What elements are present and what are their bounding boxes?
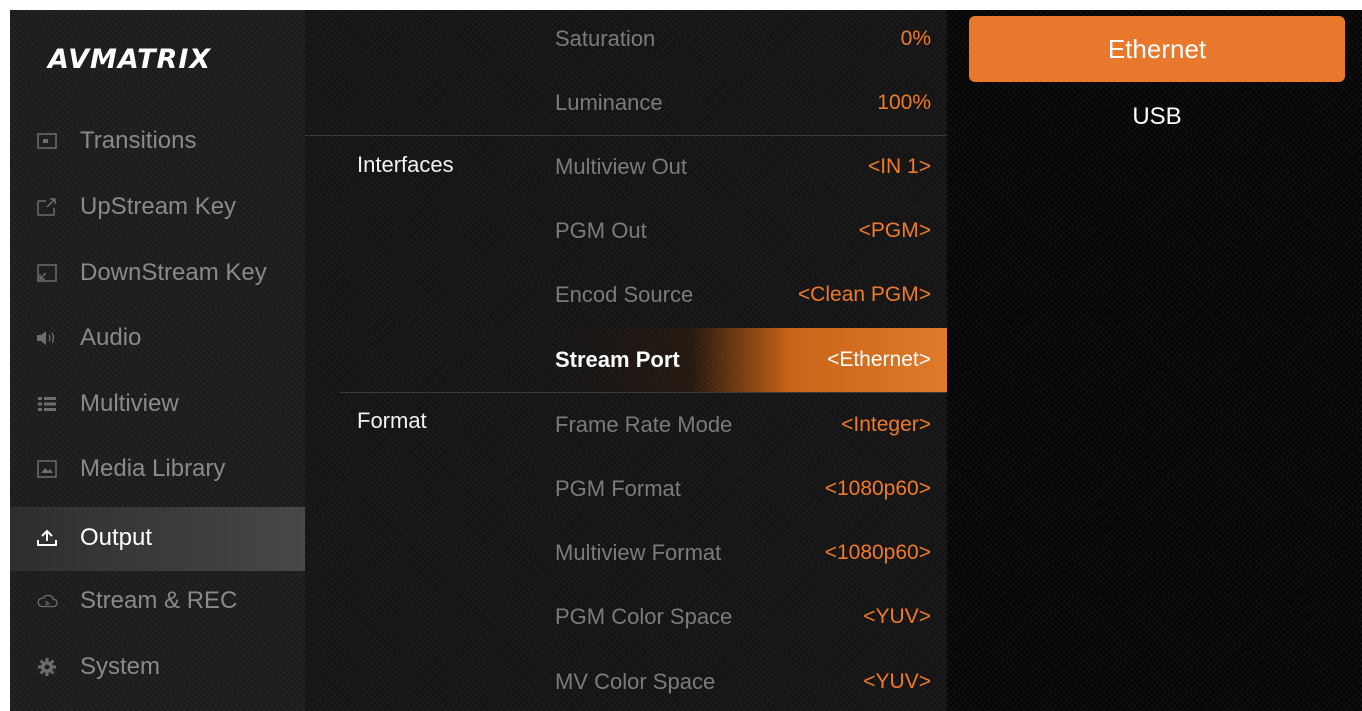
sidebar-item-label: DownStream Key [80,259,267,286]
sidebar-item-label: UpStream Key [80,193,237,220]
upstream-key-icon [36,198,58,216]
setting-row-saturation[interactable]: Saturation 0% [555,10,947,71]
gear-icon [36,658,58,676]
sidebar-item-label: System [80,653,161,680]
setting-value: <IN 1> [867,155,931,178]
sidebar-item-media-library[interactable]: Media Library [10,438,305,500]
setting-value: <YUV> [863,670,931,693]
media-library-icon [36,460,58,478]
output-icon [36,529,58,547]
setting-row-stream-port[interactable]: Stream Port <Ethernet> [555,328,947,392]
setting-value: 100% [877,91,931,114]
sidebar-item-multiview[interactable]: Multiview [10,373,305,435]
screen: AVMATRIX Transitions UpStream Key DownSt… [10,10,1362,711]
sidebar-item-stream-rec[interactable]: Stream & REC [10,570,305,632]
section-label-format: Format [357,408,427,433]
setting-value: <Clean PGM> [797,283,931,306]
setting-value: <Ethernet> [827,348,931,371]
sidebar-item-label: Transitions [80,127,197,154]
sidebar-item-output[interactable]: Output [10,507,305,569]
multiview-icon [36,395,58,413]
sidebar-item-upstream-key[interactable]: UpStream Key [10,176,305,238]
sidebar-item-label: Multiview [80,390,179,417]
setting-label: Saturation [555,26,656,51]
option-usb[interactable]: USB [969,84,1345,150]
sidebar-item-system[interactable]: System [10,636,305,698]
setting-label: PGM Out [555,218,647,243]
setting-label: Multiview Out [555,154,688,179]
sidebar-item-label: Output [80,524,153,551]
sidebar-item-label: Audio [80,324,142,351]
setting-label: PGM Format [555,476,681,501]
setting-row-mv-color-space[interactable]: MV Color Space <YUV> [555,650,947,711]
setting-value: <PGM> [858,219,931,242]
setting-row-luminance[interactable]: Luminance 100% [555,71,947,135]
audio-icon [36,329,58,347]
setting-label: Encod Source [555,282,694,307]
sidebar-item-transitions[interactable]: Transitions [10,110,305,172]
sidebar-item-audio[interactable]: Audio [10,307,305,369]
option-ethernet[interactable]: Ethernet [969,16,1345,82]
setting-label: Frame Rate Mode [555,412,733,437]
setting-row-frame-rate-mode[interactable]: Frame Rate Mode <Integer> [555,393,947,457]
setting-label: Luminance [555,90,663,115]
cloud-icon [36,592,58,610]
sidebar-item-label: Media Library [80,455,226,482]
setting-value: <1080p60> [824,541,931,564]
setting-value: 0% [900,27,931,50]
setting-row-multiview-format[interactable]: Multiview Format <1080p60> [555,521,947,585]
setting-label: Multiview Format [555,540,722,565]
setting-value: <1080p60> [824,477,931,500]
downstream-key-icon [36,264,58,282]
sidebar-item-downstream-key[interactable]: DownStream Key [10,242,305,304]
setting-row-encod-source[interactable]: Encod Source <Clean PGM> [555,263,947,327]
setting-label: MV Color Space [555,669,716,694]
section-label-interfaces: Interfaces [357,152,454,177]
setting-row-pgm-format[interactable]: PGM Format <1080p60> [555,457,947,521]
sidebar-item-label: Stream & REC [80,587,238,614]
setting-label: PGM Color Space [555,604,733,629]
options-panel: Ethernet USB [947,10,1362,711]
setting-label: Stream Port [555,347,680,372]
setting-row-pgm-out[interactable]: PGM Out <PGM> [555,199,947,263]
setting-row-multiview-out[interactable]: Multiview Out <IN 1> [555,135,947,199]
transitions-icon [36,132,58,150]
avmatrix-logo: AVMATRIX [48,44,212,75]
settings-panel: Saturation 0% Luminance 100% Interfaces … [305,10,947,711]
setting-row-pgm-color-space[interactable]: PGM Color Space <YUV> [555,585,947,649]
setting-value: <Integer> [841,413,931,436]
setting-value: <YUV> [863,605,931,628]
